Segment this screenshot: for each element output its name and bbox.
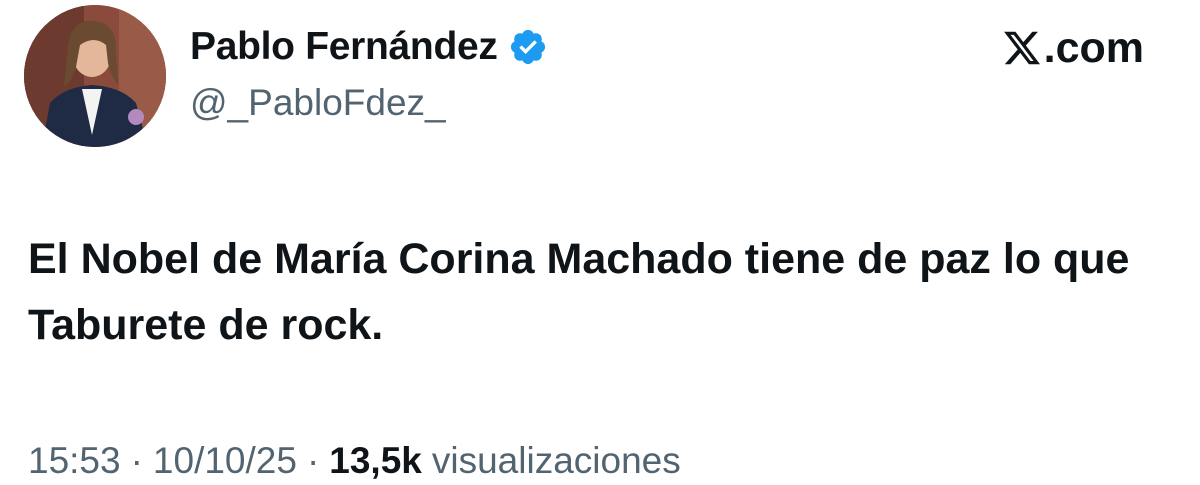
avatar[interactable]: [24, 5, 166, 147]
avatar-image: [24, 5, 166, 147]
author-handle[interactable]: @_PabloFdez_: [190, 82, 446, 124]
tweet-metadata: 15:53 · 10/10/25 · 13,5k visualizaciones: [28, 440, 681, 482]
views-label: visualizaciones: [431, 440, 681, 481]
author-name-row: Pablo Fernández: [190, 22, 548, 72]
author-display-name[interactable]: Pablo Fernández: [190, 25, 498, 69]
tweet-date[interactable]: 10/10/25: [153, 440, 297, 482]
separator: ·: [130, 440, 143, 481]
views-count[interactable]: 13,5k: [329, 440, 422, 482]
brand-link[interactable]: .com: [1002, 22, 1144, 74]
x-logo-icon: [1003, 31, 1040, 65]
tweet-text: El Nobel de María Corina Machado tiene d…: [28, 235, 1130, 349]
tweet-time[interactable]: 15:53: [28, 440, 121, 482]
separator: ·: [306, 440, 320, 481]
verified-badge-icon[interactable]: [508, 27, 548, 67]
tweet-card: Pablo Fernández @_PabloFdez_ .com El Nob…: [0, 0, 1200, 485]
brand-domain: .com: [1043, 23, 1144, 72]
